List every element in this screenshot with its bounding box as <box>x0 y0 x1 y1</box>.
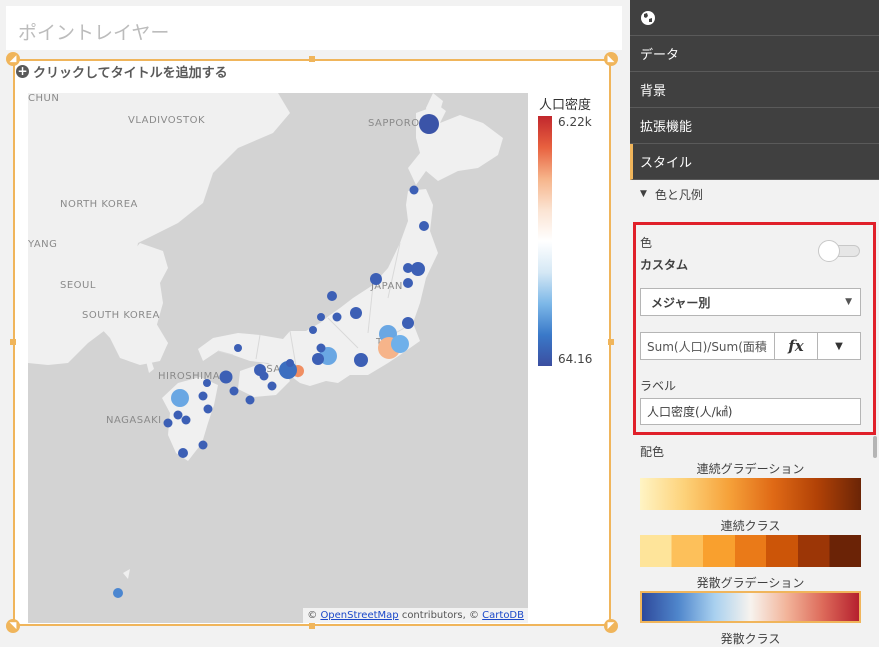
map-point[interactable] <box>198 391 208 401</box>
custom-label: カスタム <box>640 258 689 272</box>
map-point[interactable] <box>245 395 255 405</box>
map-point[interactable] <box>419 221 429 231</box>
fx-button[interactable]: fx <box>774 333 817 359</box>
resize-handle-top[interactable] <box>309 56 315 62</box>
map-point[interactable] <box>327 291 337 301</box>
map-point[interactable] <box>219 370 233 384</box>
map-point[interactable] <box>234 344 242 352</box>
scheme-div-gradient[interactable] <box>640 591 861 623</box>
map-point[interactable] <box>402 317 414 329</box>
map-point[interactable] <box>259 371 269 381</box>
color-label: 色 <box>640 236 653 250</box>
properties-panel: データ 背景 拡張機能 スタイル ▼ 色と凡例 色 カスタム メジャー別 ▼ S… <box>630 0 879 646</box>
map-point[interactable] <box>391 335 409 353</box>
map-point[interactable] <box>286 359 294 367</box>
panel-header-globe[interactable] <box>630 0 879 36</box>
map-point[interactable] <box>173 410 183 420</box>
section-style[interactable]: スタイル <box>630 144 879 180</box>
color-mode-dropdown[interactable]: メジャー別 ▼ <box>640 288 861 316</box>
map-point[interactable] <box>317 313 325 321</box>
map-point[interactable] <box>181 415 191 425</box>
map-point[interactable] <box>316 343 326 353</box>
map-point[interactable] <box>403 278 413 288</box>
scheme-label-seq-classes: 連続クラス <box>720 519 781 533</box>
map-point[interactable] <box>419 114 439 134</box>
color-scheme-title: 配色 <box>640 445 665 459</box>
viz-title-bar: ポイントレイヤー <box>6 6 622 50</box>
expression-input[interactable]: Sum(人口)/Sum(面積 <box>641 333 774 359</box>
resize-handle-bottom[interactable] <box>309 623 315 629</box>
map-point[interactable] <box>178 448 188 458</box>
osm-link[interactable]: OpenStreetMap <box>320 610 398 621</box>
resize-handle-left[interactable] <box>10 339 16 345</box>
resize-handle-bottom-left-icon[interactable]: ◥ <box>6 619 20 633</box>
scheme-label-div-gradient: 発散グラデーション <box>696 576 805 590</box>
map-point[interactable] <box>203 379 211 387</box>
resize-handle-bottom-right-icon[interactable]: ◤ <box>604 619 618 633</box>
globe-icon <box>641 10 655 25</box>
color-legend-toggle[interactable]: ▼ 色と凡例 <box>630 180 879 208</box>
section-data[interactable]: データ <box>630 36 879 72</box>
map-point[interactable] <box>354 353 368 367</box>
legend-title: 人口密度 <box>539 98 592 113</box>
label-title: ラベル <box>640 379 677 393</box>
map-attribution: © OpenStreetMap contributors, © CartoDB <box>303 608 528 623</box>
label-input[interactable]: 人口密度(人/㎢) <box>640 398 861 425</box>
panel-scrollbar[interactable] <box>873 436 877 458</box>
expression-row: Sum(人口)/Sum(面積 fx ▼ <box>640 332 861 360</box>
caret-down-icon: ▼ <box>845 297 852 307</box>
map-point[interactable] <box>370 273 382 285</box>
map-point[interactable] <box>171 389 189 407</box>
scheme-seq-gradient[interactable] <box>640 478 861 510</box>
map-point[interactable] <box>411 262 425 276</box>
plus-icon: + <box>16 64 29 78</box>
point-layer <box>113 114 439 598</box>
map-point[interactable] <box>113 588 123 598</box>
map-point[interactable] <box>332 312 342 322</box>
scheme-seq-classes[interactable] <box>640 535 861 567</box>
cartodb-link[interactable]: CartoDB <box>482 610 524 621</box>
map-point[interactable] <box>203 404 213 414</box>
scheme-label-seq-gradient: 連続グラデーション <box>696 462 805 476</box>
legend-min-value: 64.16 <box>558 352 593 366</box>
legend-color-scale <box>538 116 552 366</box>
section-background[interactable]: 背景 <box>630 72 879 108</box>
map-point[interactable] <box>267 381 277 391</box>
map-point[interactable] <box>198 440 208 450</box>
resize-handle-right[interactable] <box>608 339 614 345</box>
section-extensions[interactable]: 拡張機能 <box>630 108 879 144</box>
map-point[interactable] <box>350 307 362 319</box>
viz-title[interactable]: ポイントレイヤー <box>18 18 169 45</box>
map-point[interactable] <box>163 418 173 428</box>
add-title-button[interactable]: + クリックしてタイトルを追加する <box>16 62 228 81</box>
add-title-label: クリックしてタイトルを追加する <box>33 66 228 81</box>
custom-color-switch[interactable] <box>818 240 860 262</box>
map-point[interactable] <box>309 326 317 334</box>
map-point[interactable] <box>312 353 324 365</box>
color-mode-value: メジャー別 <box>651 295 711 310</box>
color-legend-label: 色と凡例 <box>654 187 703 202</box>
map-point[interactable] <box>229 386 239 396</box>
legend-max-value: 6.22k <box>558 115 592 129</box>
resize-handle-top-right-icon[interactable]: ◣ <box>604 52 618 66</box>
triangle-down-icon: ▼ <box>640 189 647 199</box>
map-canvas[interactable]: CHUN VLADIVOSTOK SAPPORO NORTH KOREA YAN… <box>28 93 528 623</box>
expression-dropdown-button[interactable]: ▼ <box>817 333 860 359</box>
map-point[interactable] <box>409 185 419 195</box>
scheme-label-div-classes: 発散クラス <box>720 632 781 646</box>
